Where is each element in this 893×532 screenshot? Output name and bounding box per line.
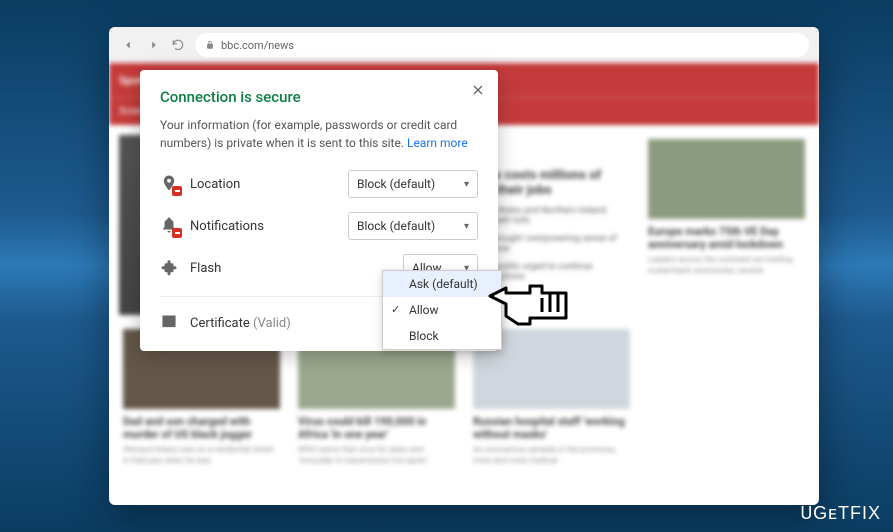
url-bar[interactable]: bbc.com/news (195, 33, 809, 57)
certificate-label: Certificate (Valid) (190, 316, 291, 331)
permission-label: Location (190, 177, 338, 192)
close-button[interactable] (470, 82, 486, 98)
learn-more-link[interactable]: Learn more (407, 136, 468, 150)
popup-title: Connection is secure (160, 88, 478, 106)
permission-label: Flash (190, 261, 393, 276)
permission-row-notifications: Notifications Block (default) (160, 212, 478, 240)
watermark: UGᴇTFIX (801, 503, 882, 524)
dropdown-option-ask[interactable]: Ask (default) (383, 271, 501, 297)
location-icon (160, 174, 180, 194)
permission-label: Notifications (190, 219, 338, 234)
browser-toolbar: bbc.com/news (109, 27, 819, 63)
bell-icon (160, 216, 180, 236)
reload-button[interactable] (171, 37, 187, 53)
dropdown-option-block[interactable]: Block (383, 323, 501, 349)
url-text: bbc.com/news (221, 39, 294, 52)
notifications-select[interactable]: Block (default) (348, 212, 478, 240)
forward-button[interactable] (145, 36, 163, 54)
permission-row-location: Location Block (default) (160, 170, 478, 198)
plugin-icon (160, 258, 180, 278)
news-card[interactable]: Europe marks 75th VE Day anniversary ami… (644, 135, 809, 315)
popup-description: Your information (for example, passwords… (160, 116, 478, 152)
lock-icon (205, 40, 215, 50)
flash-dropdown-menu: Ask (default) Allow Block (382, 270, 502, 350)
back-button[interactable] (119, 36, 137, 54)
location-select[interactable]: Block (default) (348, 170, 478, 198)
dropdown-option-allow[interactable]: Allow (383, 297, 501, 323)
certificate-icon (160, 313, 180, 333)
